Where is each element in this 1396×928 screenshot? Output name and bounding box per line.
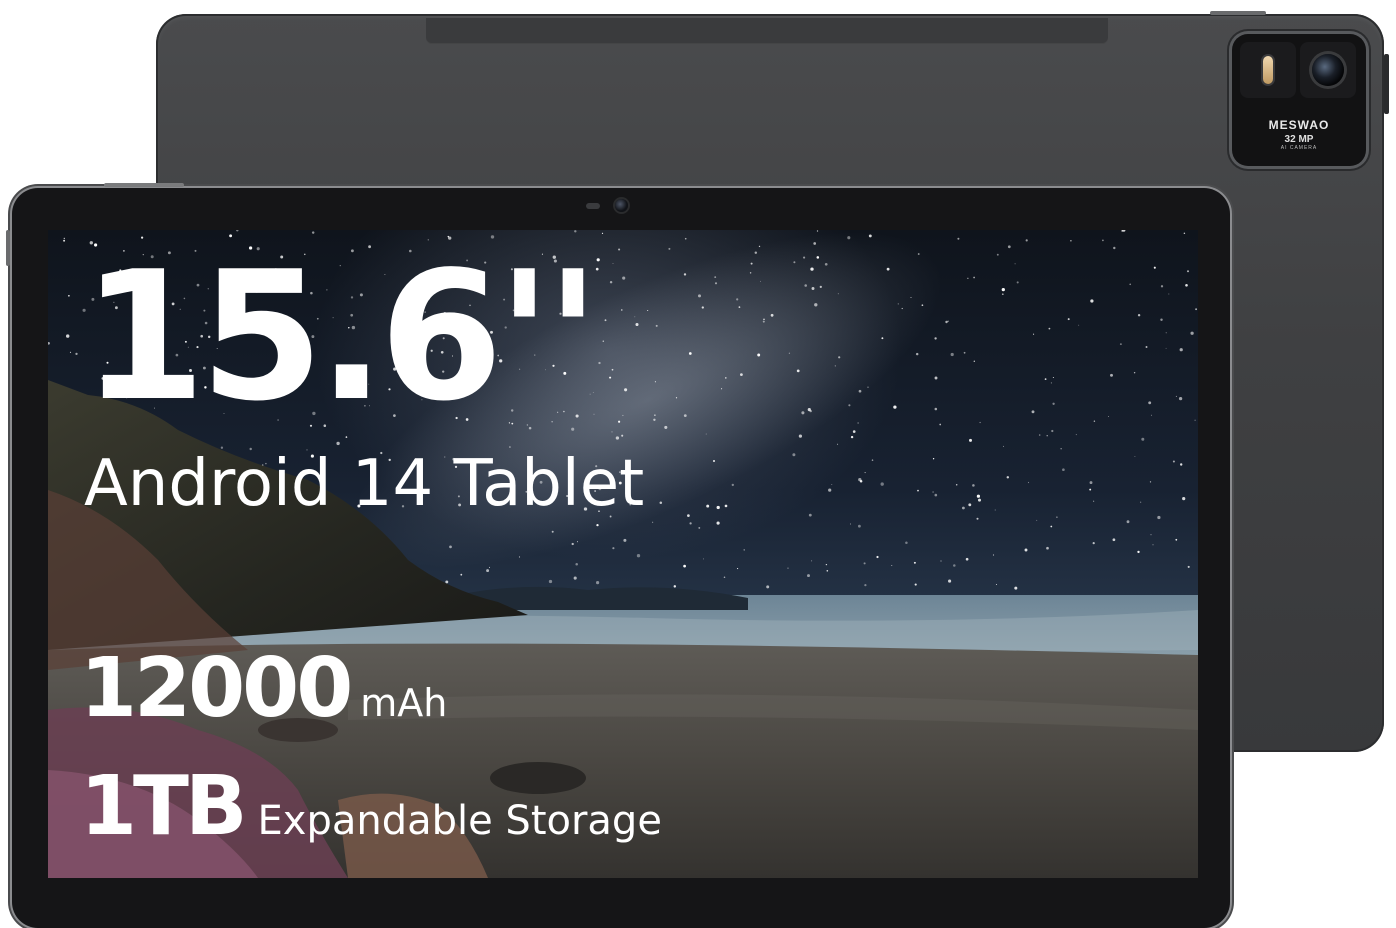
screen-size-headline: 15.6''	[82, 233, 600, 440]
rear-camera-module: MESWAO 32 MP AI CAMERA	[1232, 34, 1366, 166]
camera-ai-label: AI CAMERA	[1280, 145, 1318, 151]
flash-cell	[1240, 42, 1296, 98]
power-button	[104, 183, 184, 187]
side-button	[1384, 54, 1389, 114]
battery-unit: mAh	[360, 681, 448, 725]
light-sensor-icon	[586, 203, 600, 209]
camera-brand-label: MESWAO	[1268, 118, 1330, 132]
front-camera-icon	[615, 199, 628, 212]
camera-lens-icon	[1312, 54, 1344, 86]
camera-megapixel-label: 32 MP	[1284, 134, 1314, 145]
storage-value: 1TB	[80, 759, 247, 854]
flash-icon	[1263, 56, 1273, 84]
lens-cell	[1300, 42, 1356, 98]
back-keyboard-slot	[426, 18, 1108, 44]
battery-spec: 12000 mAh	[80, 648, 447, 730]
volume-button	[1210, 11, 1266, 15]
storage-unit: Expandable Storage	[257, 798, 662, 844]
os-label: Android 14 Tablet	[84, 447, 645, 521]
tablet-screen: 15.6'' Android 14 Tablet 12000 mAh 1TB Exp…	[48, 230, 1198, 878]
front-side-button	[6, 230, 10, 266]
battery-value: 12000	[80, 641, 353, 736]
storage-spec: 1TB Expandable Storage	[80, 766, 662, 848]
tablet-front: 15.6'' Android 14 Tablet 12000 mAh 1TB Exp…	[6, 183, 1230, 928]
